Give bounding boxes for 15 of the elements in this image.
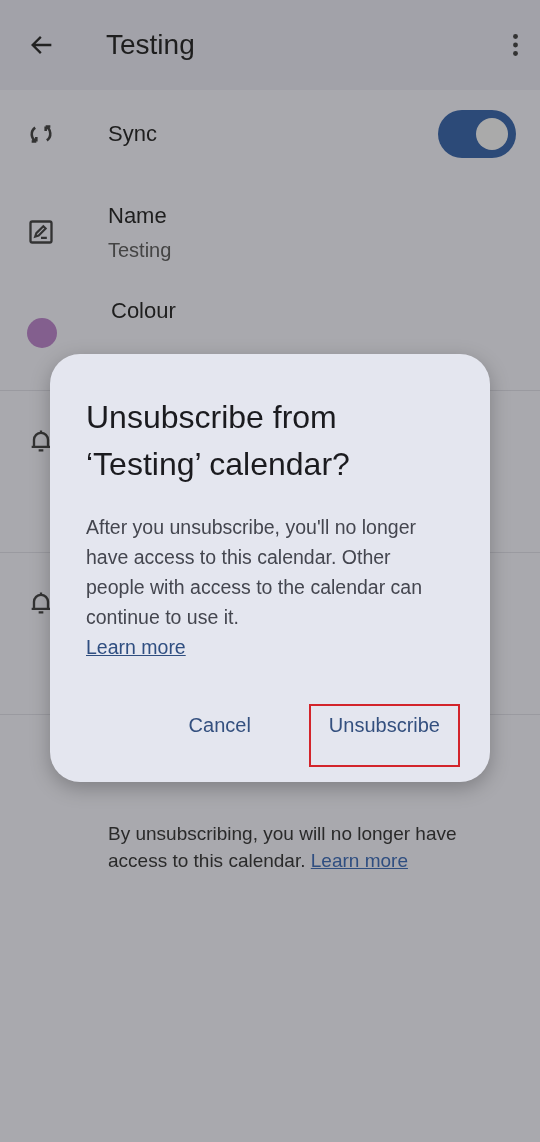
- setting-label: Colour: [111, 298, 177, 324]
- learn-more-link[interactable]: Learn more: [310, 850, 408, 871]
- highlighted-button[interactable]: Unsubscribe: [308, 704, 460, 767]
- dialog-title: Unsubscribe from ‘Testing’ calendar?: [86, 398, 351, 484]
- text-button[interactable]: Cancel: [168, 704, 271, 767]
- sync-switch[interactable]: [438, 110, 516, 158]
- more-vertical-icon: [513, 34, 518, 56]
- setting-label: Name: [108, 202, 168, 229]
- dialog-message: After you unsubscribe, you'll no longer have access to this calendar. Other people with access to the calendar can continue to use it.: [86, 515, 424, 630]
- footer-text: By unsubscribing, you will no longer have access to this calendar. Learn more: [107, 822, 458, 873]
- page-title: Testing: [106, 29, 196, 61]
- learn-more-link[interactable]: Learn more: [86, 632, 186, 662]
- edit-icon: [27, 218, 55, 246]
- setting-value: Testing: [108, 238, 173, 262]
- setting-label: Sync: [108, 121, 158, 147]
